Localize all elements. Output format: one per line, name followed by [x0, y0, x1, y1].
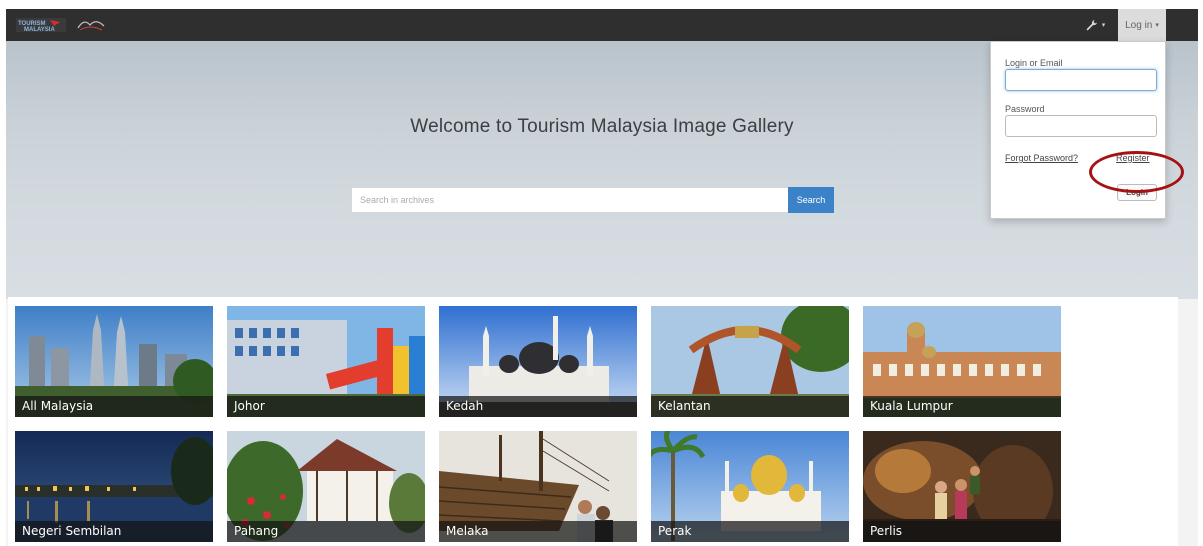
register-highlight-circle	[1089, 151, 1184, 193]
chevron-down-icon: ▾	[1155, 22, 1159, 29]
region-tile-pahang[interactable]: Pahang	[227, 431, 425, 542]
region-tile-perlis[interactable]: Perlis	[863, 431, 1061, 542]
region-tile-kuala-lumpur[interactable]: Kuala Lumpur	[863, 306, 1061, 417]
password-label: Password	[1005, 104, 1045, 114]
region-gallery: All Malaysia Johor Kedah Kelantan Kuala …	[8, 297, 1178, 546]
region-label: Kuala Lumpur	[863, 396, 1061, 417]
region-tile-all-malaysia[interactable]: All Malaysia	[15, 306, 213, 417]
region-label: Kedah	[439, 396, 637, 417]
region-label: Pahang	[227, 521, 425, 542]
region-label: Kelantan	[651, 396, 849, 417]
region-label: Johor	[227, 396, 425, 417]
region-label: Negeri Sembilan	[15, 521, 213, 542]
search-button[interactable]: Search	[788, 187, 834, 213]
login-email-label: Login or Email	[1005, 58, 1063, 68]
chevron-down-icon: ▾	[1101, 22, 1106, 29]
tools-menu[interactable]: ▾	[1074, 9, 1116, 41]
login-menu-label: Log in	[1125, 19, 1153, 31]
region-tile-melaka[interactable]: Melaka	[439, 431, 637, 542]
forgot-password-link[interactable]: Forgot Password?	[1005, 153, 1078, 163]
page-title: Welcome to Tourism Malaysia Image Galler…	[410, 116, 794, 137]
region-tile-perak[interactable]: Perak	[651, 431, 849, 542]
region-tile-kedah[interactable]: Kedah	[439, 306, 637, 417]
svg-text:MALAYSIA: MALAYSIA	[24, 27, 55, 33]
region-label: Perak	[651, 521, 849, 542]
tourism-malaysia-logo[interactable]: TOURISM MALAYSIA	[16, 16, 66, 34]
password-field[interactable]	[1005, 115, 1157, 137]
wrench-icon	[1086, 19, 1097, 30]
login-menu-button[interactable]: Log in ▾	[1118, 9, 1166, 41]
region-label: All Malaysia	[15, 396, 213, 417]
search-input[interactable]	[351, 187, 788, 213]
region-label: Melaka	[439, 521, 637, 542]
region-tile-negeri-sembilan[interactable]: Negeri Sembilan	[15, 431, 213, 542]
app-frame: TOURISM MALAYSIA ▾ Log in ▾ Welcome to T…	[6, 9, 1198, 546]
region-tile-kelantan[interactable]: Kelantan	[651, 306, 849, 417]
top-navbar: TOURISM MALAYSIA ▾ Log in ▾	[6, 9, 1198, 41]
region-label: Perlis	[863, 521, 1061, 542]
truly-asia-logo[interactable]	[76, 16, 106, 32]
region-tile-johor[interactable]: Johor	[227, 306, 425, 417]
login-email-field[interactable]	[1005, 69, 1157, 91]
